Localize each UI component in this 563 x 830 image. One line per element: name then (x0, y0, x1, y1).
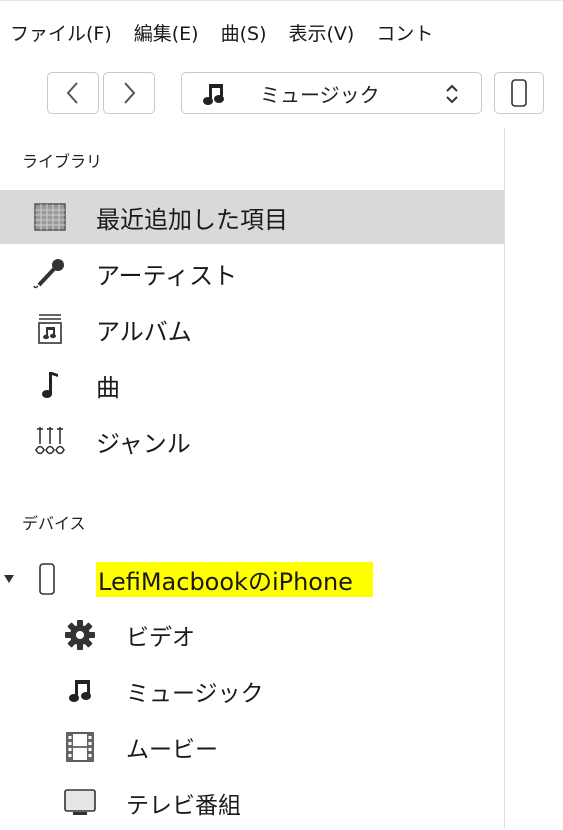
sidebar-item-label: 最近追加した項目 (96, 205, 288, 234)
device-item-label: テレビ番組 (126, 793, 241, 819)
sidebar-item-artists[interactable]: アーティスト (0, 246, 504, 300)
tv-monitor-icon (63, 786, 97, 820)
recently-added-grid-icon (33, 200, 67, 234)
chevron-right-icon (124, 82, 136, 104)
device-item-iphone[interactable]: LefiMacbookのiPhone (0, 552, 504, 606)
iphone-icon (30, 562, 64, 596)
music-note-icon (203, 84, 224, 105)
device-name: LefiMacbookのiPhone (96, 561, 373, 597)
disclosure-triangle-icon[interactable] (3, 574, 15, 584)
library-section-header: ライブラリ (22, 152, 103, 171)
menu-bar: ファイル(F) 編集(E) 曲(S) 表示(V) コント (0, 0, 563, 63)
album-icon (33, 312, 67, 346)
device-item-label: ミュージック (126, 681, 264, 707)
iphone-icon (511, 79, 527, 107)
main-content-area (505, 128, 563, 828)
devices-section-header: デバイス (22, 514, 86, 533)
film-icon (63, 730, 97, 764)
genre-guitars-icon (33, 424, 67, 458)
sidebar-item-label: 曲 (96, 373, 120, 402)
music-note-icon (33, 368, 67, 402)
sidebar-item-genres[interactable]: ジャンル (0, 414, 504, 468)
gear-icon (63, 618, 97, 652)
music-note-icon (63, 674, 97, 708)
media-kind-label: ミュージック (260, 82, 380, 107)
device-item-label: ビデオ (126, 625, 195, 651)
device-item-movies[interactable]: ムービー (0, 720, 504, 774)
menu-edit[interactable]: 編集(E) (134, 19, 199, 46)
sidebar-item-recently-added[interactable]: 最近追加した項目 (0, 190, 504, 244)
toolbar: ミュージック (0, 62, 563, 129)
menu-view[interactable]: 表示(V) (289, 19, 355, 46)
forward-button[interactable] (103, 72, 155, 114)
sidebar-item-label: アルバム (96, 317, 192, 346)
device-button[interactable] (494, 72, 544, 114)
back-button[interactable] (47, 72, 99, 114)
device-item-video[interactable]: ビデオ (0, 608, 504, 662)
device-item-tv-shows[interactable]: テレビ番組 (0, 776, 504, 830)
sidebar-item-songs[interactable]: 曲 (0, 358, 504, 412)
microphone-icon (33, 256, 67, 290)
menu-controls[interactable]: コント (376, 19, 433, 46)
sidebar-item-label: アーティスト (96, 261, 238, 290)
device-item-label: ムービー (126, 737, 218, 763)
menu-song[interactable]: 曲(S) (221, 19, 267, 46)
sidebar: ライブラリ 最近追加した項目 アーティスト アルバム 曲 ジャンル デバイス L… (0, 128, 505, 828)
sidebar-item-label: ジャンル (96, 429, 191, 458)
sidebar-item-albums[interactable]: アルバム (0, 302, 504, 356)
device-item-music[interactable]: ミュージック (0, 664, 504, 718)
chevron-left-icon (66, 82, 78, 104)
menu-file[interactable]: ファイル(F) (10, 19, 112, 46)
up-down-chevron-icon (446, 84, 458, 104)
media-kind-selector[interactable]: ミュージック (181, 72, 482, 114)
